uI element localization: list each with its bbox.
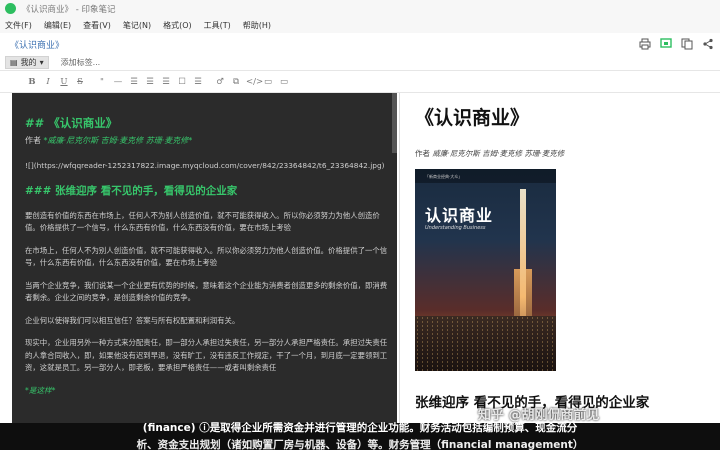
cover-city-lights — [415, 316, 556, 371]
bold-icon[interactable]: B — [26, 77, 38, 87]
format-toolbar: B I U S " — ☰ ☰ ☰ ☐ ☰ ♂ ⧉ </> ▭ ▭ — [0, 72, 720, 93]
preview-icon[interactable]: ▭ — [278, 77, 290, 87]
editor-scrollbar[interactable] — [392, 93, 397, 153]
print-icon[interactable] — [638, 37, 651, 50]
menu-view[interactable]: 查看(V) — [83, 20, 111, 31]
editor-paragraph: 在市场上，任何人不为别人创造价值，就不可能获得收入。所以你必须努力为他人创造价值… — [25, 245, 388, 268]
menu-file[interactable]: 文件(F) — [5, 20, 32, 31]
editor-heading-2: ## 《认识商业》 — [25, 116, 118, 130]
menu-help[interactable]: 帮助(H) — [243, 20, 271, 31]
share-icon[interactable] — [701, 37, 714, 50]
table-icon[interactable]: ☰ — [192, 77, 204, 87]
note-header: 《认识商业》 — [0, 33, 720, 55]
notebook-name: 我的 — [20, 58, 37, 67]
image-icon[interactable]: ⧉ — [230, 77, 242, 87]
cover-subtitle: Understanding Business — [425, 225, 486, 231]
unordered-list-icon[interactable]: ☰ — [128, 77, 140, 87]
editor-image-markdown: ![](https://wfqqreader-1252317822.image.… — [25, 161, 385, 170]
markdown-preview: 《认识商业》 作者 威廉·尼克尔斯 吉姆·麦克修 苏珊·麦克修 「新商业经典·大… — [399, 93, 720, 423]
notebook-selector[interactable]: ▤ 我的 ▾ — [5, 56, 49, 69]
note-title-link[interactable]: 《认识商业》 — [10, 38, 64, 51]
hr-icon[interactable]: — — [112, 77, 124, 87]
editor-paragraph: 要创造有价值的东西在市场上，任何人不为别人创造价值，就不可能获得收入。所以你必须… — [25, 210, 380, 233]
preview-author-names: 威廉·尼克尔斯 吉姆·麦克修 苏珊·麦克修 — [432, 149, 565, 158]
editor-italic-line: *是这样* — [25, 385, 56, 395]
header-icons — [638, 37, 714, 50]
editor-author-prefix: 作者 — [25, 136, 44, 145]
editor-heading-3: ### 张维迎序 看不见的手，看得见的企业家 — [25, 184, 238, 197]
cover-series-label: 「新商业经典·大众」 — [425, 174, 463, 179]
editor-paragraph: 当两个企业竞争，我们说某一个企业更有优势的时候，意味着这个企业能为消费者创造更多… — [25, 280, 388, 303]
strikethrough-icon[interactable]: S — [74, 77, 86, 87]
title-bar: 《认识商业》 - 印象笔记 — [0, 0, 720, 17]
book-cover-image: 「新商业经典·大众」 认识商业 Understanding Business — [415, 169, 556, 371]
add-tag-field[interactable]: 添加标签... — [61, 57, 101, 68]
preview-author-prefix: 作者 — [415, 149, 433, 158]
code-icon[interactable]: </> — [246, 77, 263, 87]
attachment-icon[interactable]: ▭ — [262, 77, 274, 87]
editor-author-names: *威廉·尼克尔斯 吉姆·麦克修 苏珊·麦克修* — [43, 136, 193, 145]
copy-icon[interactable] — [680, 37, 693, 50]
menu-note[interactable]: 笔记(N) — [123, 20, 151, 31]
preview-title: 《认识商业》 — [415, 107, 530, 129]
editor-paragraph: 现实中，企业用另外一种方式来分配责任，即一部分人承担过失责任，另一部分人承担严格… — [25, 338, 388, 372]
menu-bar: 文件(F) 编辑(E) 查看(V) 笔记(N) 格式(O) 工具(T) 帮助(H… — [0, 17, 720, 33]
cover-title: 认识商业 — [425, 206, 494, 225]
underline-icon[interactable]: U — [58, 77, 70, 87]
window-title: 《认识商业》 - 印象笔记 — [22, 4, 116, 15]
menu-format[interactable]: 格式(O) — [163, 20, 192, 31]
editor-author-line: 作者 *威廉·尼克尔斯 吉姆·麦克修 苏珊·麦克修* — [25, 135, 389, 146]
markdown-editor[interactable]: ## 《认识商业》 作者 *威廉·尼克尔斯 吉姆·麦克修 苏珊·麦克修* ![]… — [12, 93, 397, 423]
link-icon[interactable]: ♂ — [214, 77, 226, 87]
notebook-icon: ▤ — [10, 58, 18, 67]
menu-tools[interactable]: 工具(T) — [204, 20, 231, 31]
checkbox-icon[interactable]: ☐ — [176, 77, 188, 87]
chevron-down-icon: ▾ — [39, 58, 44, 67]
evernote-logo-icon — [5, 3, 16, 14]
italic-icon[interactable]: I — [42, 77, 54, 87]
preview-author-line: 作者 威廉·尼克尔斯 吉姆·麦克修 苏珊·麦克修 — [415, 148, 710, 159]
editor-paragraph: 企业何以使得我们可以相互信任？答案与所有权配置和利润有关。 — [25, 315, 240, 325]
menu-edit[interactable]: 编辑(E) — [44, 20, 71, 31]
notebook-bar: ▤ 我的 ▾ 添加标签... — [0, 55, 720, 71]
present-icon[interactable] — [659, 37, 672, 50]
indent-icon[interactable]: ☰ — [160, 77, 172, 87]
subtitle-line-2: 析、资金支出规划（诸如购置厂房与机器、设备）等。财务管理（financial m… — [136, 439, 584, 450]
quote-icon[interactable]: " — [96, 77, 108, 87]
subtitle-line-1: (finance) ⓘ是取得企业所需资金并进行管理的企业功能。财务活动包括编制预… — [142, 422, 578, 434]
ordered-list-icon[interactable]: ☰ — [144, 77, 156, 87]
